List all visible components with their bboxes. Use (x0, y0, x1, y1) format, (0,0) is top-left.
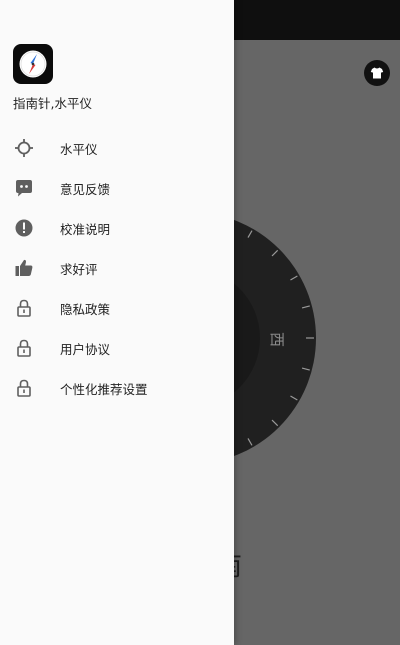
menu-item-label: 隐私政策 (60, 301, 111, 317)
drawer-menu: 水平仪 意见反馈 校准说明 求好评 隐私政策 用户协议 个性化推荐设置 (0, 128, 234, 408)
theme-button[interactable] (364, 60, 390, 86)
menu-item-label: 用户协议 (60, 341, 111, 357)
menu-item-feedback[interactable]: 意见反馈 (0, 168, 234, 208)
app-logo (13, 44, 53, 84)
lock-icon (14, 338, 34, 358)
menu-item-personalized-recommendation[interactable]: 个性化推荐设置 (0, 368, 234, 408)
lock-icon (14, 378, 34, 398)
menu-item-label: 意见反馈 (60, 181, 111, 197)
compass-west-label: 西 (268, 332, 286, 347)
lock-icon (14, 298, 34, 318)
navigation-drawer: 指南针,水平仪 水平仪 意见反馈 校准说明 求好评 隐私政策 用户协议 个性化推… (0, 0, 234, 645)
menu-item-label: 水平仪 (60, 141, 98, 157)
exclamation-circle-icon (14, 218, 34, 238)
menu-item-calibration[interactable]: 校准说明 (0, 208, 234, 248)
app-name: 指南针,水平仪 (13, 96, 92, 111)
menu-item-privacy-policy[interactable]: 隐私政策 (0, 288, 234, 328)
menu-item-label: 校准说明 (60, 221, 111, 237)
menu-item-user-agreement[interactable]: 用户协议 (0, 328, 234, 368)
compass-icon (19, 50, 47, 78)
chat-bubble-icon (14, 178, 34, 198)
thumbs-up-icon (14, 258, 34, 278)
menu-item-rate[interactable]: 求好评 (0, 248, 234, 288)
shirt-icon (370, 67, 384, 79)
menu-item-label: 求好评 (60, 261, 98, 277)
menu-item-label: 个性化推荐设置 (60, 381, 148, 397)
menu-item-level[interactable]: 水平仪 (0, 128, 234, 168)
crosshair-icon (14, 138, 34, 158)
